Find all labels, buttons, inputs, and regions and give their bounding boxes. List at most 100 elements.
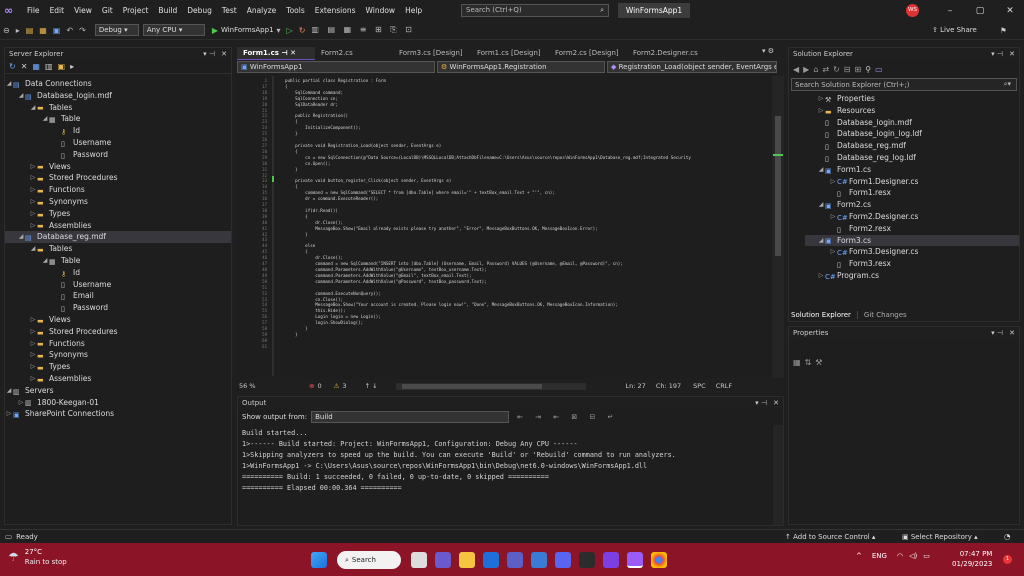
output-toolbar-icons[interactable]: ⇤ ⇥ ⇤ ⊠ ⊟ ↵ (517, 413, 618, 421)
tree-item[interactable]: ▯ Database_reg.mdf (805, 140, 1019, 152)
redo-icon[interactable]: ↷ (76, 26, 89, 35)
tree-item[interactable]: ▯ Form1.resx (805, 187, 1019, 199)
expander-icon[interactable]: ▷ (29, 373, 37, 385)
prop-close-icon[interactable]: ✕ (1009, 327, 1015, 339)
tree-item[interactable]: ▷ ▬ Functions (5, 184, 231, 196)
back-icon[interactable]: ⊖ (0, 26, 13, 35)
code-editor[interactable]: 1 17 18 19 20 21 22 23 24 25 26 27 28 29… (237, 76, 784, 378)
clock[interactable]: 07:47 PM 01/29/2023 (952, 549, 992, 569)
output-pin-icon[interactable]: ▾ ⊣ (755, 397, 767, 409)
editor-tab[interactable]: Form1.cs ⊣ ✕ (237, 46, 315, 60)
tree-item[interactable]: ▯ Email (5, 290, 231, 302)
undo-icon[interactable]: ↶ (63, 26, 76, 35)
dropdown-icon[interactable]: ▾ (274, 26, 284, 35)
menu-analyze[interactable]: Analyze (242, 0, 282, 21)
sharepoint-icon[interactable]: ▣ (58, 62, 71, 71)
expander-icon[interactable]: ▷ (29, 172, 37, 184)
live-share-button[interactable]: ⇪ Live Share (932, 26, 977, 34)
collapse-icon[interactable]: ⊟ (844, 65, 855, 74)
editor-tab[interactable]: Form3.cs [Design] (393, 47, 471, 59)
forward-icon[interactable]: ▸ (13, 26, 23, 35)
expander-icon[interactable]: ◢ (17, 90, 25, 102)
menu-project[interactable]: Project (118, 0, 154, 21)
menu-debug[interactable]: Debug (182, 0, 217, 21)
refresh-icon[interactable]: ↻ (833, 65, 844, 74)
tree-item[interactable]: ▯ Form3.resx (805, 258, 1019, 270)
tree-item[interactable]: ▯ Username (5, 137, 231, 149)
tree-item[interactable]: ◢ ▤ Database_login.mdf (5, 90, 231, 102)
code-text[interactable]: public partial class Registration : Form… (285, 78, 691, 338)
expander-icon[interactable]: ▷ (29, 349, 37, 361)
tree-item[interactable]: ◢ ▥ Servers (5, 385, 231, 397)
tree-item[interactable]: ▷ ▬ Views (5, 314, 231, 326)
tree-item[interactable]: ◢ ▬ Tables (5, 102, 231, 114)
photos-icon[interactable] (579, 552, 595, 568)
close-tab-icon[interactable]: ⊣ ✕ (279, 49, 296, 57)
output-close-icon[interactable]: ✕ (773, 397, 779, 409)
alphabetical-icon[interactable]: ⇅ (805, 358, 816, 367)
tree-item[interactable]: ▷ ▬ Types (5, 208, 231, 220)
hot-reload-icon[interactable]: ↻ (296, 26, 309, 35)
line-ending-indicator[interactable]: CRLF (716, 382, 732, 390)
tree-item[interactable]: ◢ ▬ Tables (5, 243, 231, 255)
tree-item[interactable]: ▷ ⚒ Properties (805, 93, 1019, 105)
open-icon[interactable]: ▦ (36, 26, 50, 35)
editor-tab[interactable]: Form2.cs [Design] (549, 47, 627, 59)
expander-icon[interactable]: ▷ (29, 338, 37, 350)
chrome-icon[interactable] (651, 552, 667, 568)
tree-item[interactable]: ▯ Username (5, 279, 231, 291)
nav-member-select[interactable]: ◆ Registration_Load(object sender, Event… (607, 61, 777, 73)
h-scrollbar[interactable] (395, 382, 586, 390)
scroll-thumb[interactable] (775, 116, 781, 256)
tree-item[interactable]: ▷ ▬ Assemblies (5, 373, 231, 385)
tab-solution-explorer[interactable]: Solution Explorer (791, 311, 858, 319)
mail-icon[interactable] (483, 552, 499, 568)
output-source-select[interactable]: Build (311, 411, 510, 423)
expander-icon[interactable]: ▷ (829, 246, 837, 258)
menu-window[interactable]: Window (360, 0, 400, 21)
settings-icon[interactable]: ⚲ (865, 65, 875, 74)
tree-item[interactable]: ▷ C# Form2.Designer.cs (805, 211, 1019, 223)
windows-start-icon[interactable] (311, 552, 327, 568)
save-icon[interactable]: ▣ (50, 26, 64, 35)
zoom-level[interactable]: 56 % (237, 382, 265, 390)
output-scrollbar[interactable] (773, 425, 783, 525)
discord-icon[interactable] (555, 552, 571, 568)
visual-studio-icon[interactable] (603, 552, 619, 568)
properties-icon[interactable]: ▸ (70, 62, 79, 71)
repository-button[interactable]: ▣ Select Repository ▴ (902, 533, 978, 541)
tree-item[interactable]: ▷ ▬ Synonyms (5, 349, 231, 361)
expander-icon[interactable]: ▷ (29, 196, 37, 208)
se-pin-icon[interactable]: ▾ ⊣ (991, 48, 1003, 60)
config-select[interactable]: Debug ▾ (94, 24, 139, 36)
menu-view[interactable]: View (69, 0, 97, 21)
tray-chevron-icon[interactable]: ^ (856, 552, 862, 560)
output-text[interactable]: Build started... 1>------ Build started:… (238, 425, 783, 497)
se-close-icon[interactable]: ✕ (1009, 48, 1015, 60)
run-without-debug-icon[interactable]: ▷ (284, 26, 296, 35)
platform-select[interactable]: Any CPU ▾ (142, 24, 205, 36)
tree-item[interactable]: ▷ C# Program.cs (805, 270, 1019, 282)
wrench-icon[interactable]: ⚒ (815, 358, 826, 367)
tree-item[interactable]: ▷ ▬ Resources (805, 105, 1019, 117)
tree-item[interactable]: ▷ ▬ Stored Procedures (5, 172, 231, 184)
tree-item[interactable]: ◢ ▦ Table (5, 255, 231, 267)
volume-icon[interactable]: ◁) (909, 552, 917, 560)
tree-item[interactable]: ▯ Database_login_log.ldf (805, 128, 1019, 140)
tree-item[interactable]: ▷ C# Form1.Designer.cs (805, 176, 1019, 188)
menu-build[interactable]: Build (153, 0, 182, 21)
expander-icon[interactable]: ▷ (29, 208, 37, 220)
expander-icon[interactable]: ◢ (41, 255, 49, 267)
start-icon[interactable]: ▶ (209, 26, 221, 35)
tree-item[interactable]: ▯ Database_reg_log.ldf (805, 152, 1019, 164)
expander-icon[interactable]: ◢ (41, 113, 49, 125)
show-all-icon[interactable]: ⊞ (855, 65, 866, 74)
expander-icon[interactable]: ◢ (817, 235, 825, 247)
connect-db-icon[interactable]: ▦ (32, 62, 45, 71)
tree-item[interactable]: ⚷ Id (5, 125, 231, 137)
tree-item[interactable]: ◢ ▦ Table (5, 113, 231, 125)
tree-item[interactable]: ▯ Form2.resx (805, 223, 1019, 235)
feedback-icon[interactable]: ⚑ (1000, 26, 1007, 35)
close-icon[interactable]: ✕ (995, 6, 1024, 16)
menu-git[interactable]: Git (97, 0, 118, 21)
